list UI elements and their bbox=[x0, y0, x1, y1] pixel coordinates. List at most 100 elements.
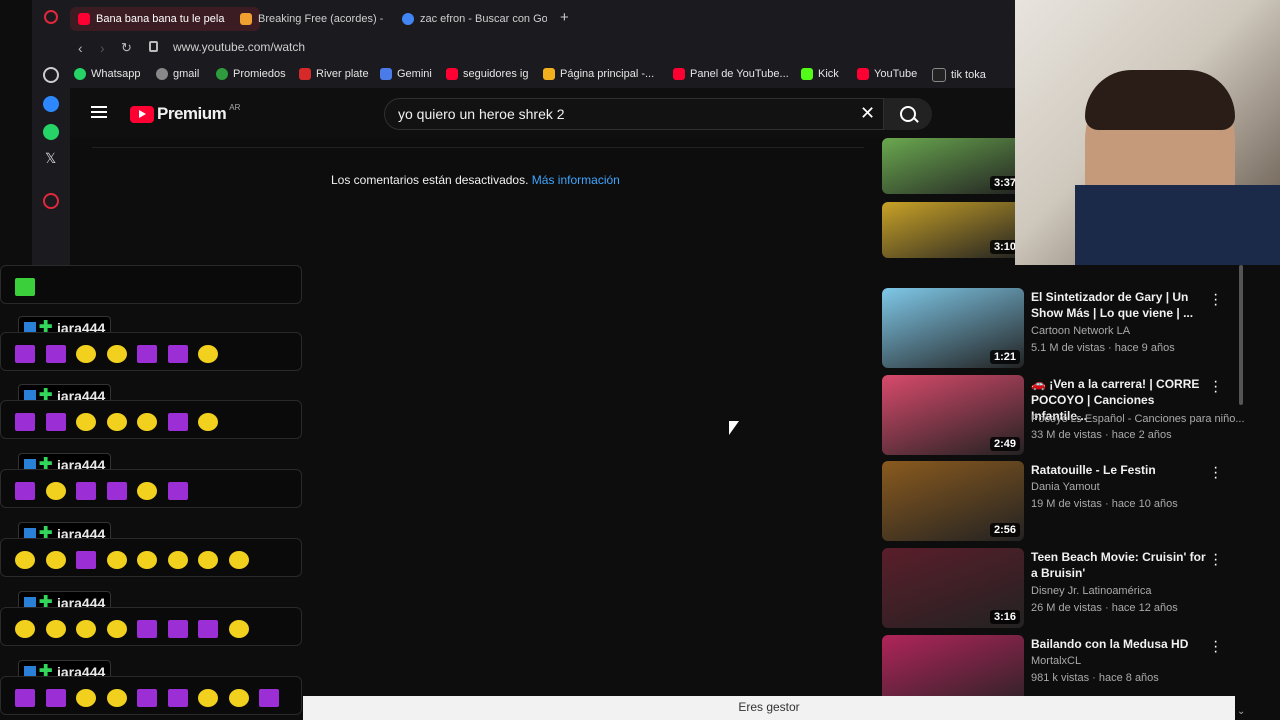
video-title[interactable]: Bailando con la Medusa HD bbox=[1031, 636, 1206, 652]
chat-message bbox=[0, 265, 302, 304]
browser-sidebar: 𝕏 bbox=[32, 36, 70, 266]
youtube-logo[interactable]: Premium AR bbox=[130, 103, 240, 124]
more-info-link[interactable]: Más información bbox=[532, 173, 620, 187]
duration-badge: 3:16 bbox=[989, 610, 1020, 624]
new-tab-button[interactable]: + bbox=[560, 9, 569, 26]
river-plate-icon bbox=[299, 68, 311, 80]
chat-message bbox=[0, 469, 302, 508]
bookmark-gemini[interactable]: Gemini bbox=[380, 68, 432, 80]
clear-search-icon[interactable]: ✕ bbox=[860, 103, 875, 124]
pacman-emote bbox=[106, 551, 127, 569]
more-options-icon[interactable]: · · · bbox=[1213, 374, 1218, 400]
channel-name[interactable]: MortalxCL bbox=[1031, 655, 1081, 667]
video-title[interactable]: Teen Beach Movie: Cruisin' for a Bruisin… bbox=[1031, 549, 1206, 581]
video-thumbnail[interactable]: 3:10 bbox=[882, 202, 1024, 258]
scrollbar-thumb[interactable] bbox=[1239, 265, 1243, 405]
bookmark-seguidores[interactable]: seguidores ig bbox=[446, 68, 528, 80]
promiedos-icon bbox=[216, 68, 228, 80]
bookmark-label: Whatsapp bbox=[91, 68, 141, 80]
channel-name[interactable]: Dania Yamout bbox=[1031, 481, 1100, 493]
video-thumbnail[interactable]: 1:21 bbox=[882, 288, 1024, 368]
messenger-icon[interactable] bbox=[43, 96, 59, 112]
logo-text: Premium bbox=[157, 104, 227, 123]
bookmarks-bar: Whatsapp gmail Promiedos River plate Gem… bbox=[70, 62, 1015, 88]
bookmark-label: YouTube bbox=[874, 68, 918, 80]
bookmark-whatsapp[interactable]: Whatsapp bbox=[74, 68, 141, 80]
search-input[interactable]: yo quiero un heroe shrek 2 bbox=[398, 106, 565, 122]
cat-emote bbox=[167, 620, 188, 638]
tab[interactable]: zac efron - Buscar con Go bbox=[402, 7, 547, 31]
forward-icon[interactable]: › bbox=[100, 40, 105, 56]
pacman-emote bbox=[137, 551, 157, 569]
cat-emote bbox=[137, 689, 157, 707]
pacman-emote bbox=[45, 551, 66, 569]
video-meta: 26 M de vistas · hace 12 años bbox=[1031, 602, 1178, 614]
pacman-emote bbox=[76, 689, 96, 707]
bookmark-gmail[interactable]: gmail bbox=[156, 68, 199, 80]
comments-disabled-text: Los comentarios están desactivados. bbox=[331, 173, 529, 187]
chevron-down-icon[interactable]: ⌄ bbox=[1237, 706, 1245, 717]
cat-emote bbox=[45, 345, 66, 363]
video-title[interactable]: El Sintetizador de Gary | Un Show Más | … bbox=[1031, 289, 1206, 321]
video-title[interactable]: Ratatouille - Le Festin bbox=[1031, 462, 1206, 478]
bookmark-river-plate[interactable]: River plate bbox=[299, 68, 369, 80]
pacman-emote bbox=[137, 413, 157, 431]
cat-emote bbox=[167, 345, 188, 363]
scrollbar-track[interactable] bbox=[1237, 265, 1245, 705]
whatsapp-icon[interactable] bbox=[43, 124, 59, 140]
opera-logo-icon[interactable] bbox=[44, 10, 58, 24]
shield-favicon-icon bbox=[240, 13, 252, 25]
tab-label: Bana bana bana tu le pela bbox=[96, 13, 225, 25]
youtube-play-icon bbox=[130, 105, 154, 123]
channel-name[interactable]: Pocoyo ᴇꜱ Español - Canciones para niño.… bbox=[1031, 412, 1245, 425]
video-thumbnail[interactable]: 2:49 bbox=[882, 375, 1024, 455]
bookmark-pagina-principal[interactable]: Página principal -... bbox=[543, 68, 654, 80]
pacman-emote bbox=[198, 551, 218, 569]
x-icon[interactable]: 𝕏 bbox=[45, 150, 56, 167]
more-options-icon[interactable]: · · · bbox=[1213, 547, 1218, 573]
drive-icon bbox=[543, 68, 555, 80]
pacman-emote bbox=[198, 345, 218, 363]
reload-icon[interactable]: ↻ bbox=[121, 40, 132, 56]
video-thumbnail[interactable]: 2:56 bbox=[882, 461, 1024, 541]
video-meta: 5.1 M de vistas · hace 9 años bbox=[1031, 342, 1175, 354]
bookmark-kick[interactable]: Kick bbox=[801, 68, 839, 80]
tiktok-icon bbox=[932, 68, 946, 82]
settings-icon[interactable] bbox=[43, 193, 59, 209]
channel-name[interactable]: Disney Jr. Latinoamérica bbox=[1031, 585, 1151, 597]
video-meta: 19 M de vistas · hace 10 años bbox=[1031, 498, 1178, 510]
bookmark-panel-youtube[interactable]: Panel de YouTube... bbox=[673, 68, 789, 80]
back-icon[interactable]: ‹ bbox=[78, 40, 83, 56]
tab-active[interactable]: Bana bana bana tu le pela bbox=[70, 7, 260, 31]
cat-emote bbox=[137, 345, 157, 363]
address-input[interactable]: www.youtube.com/watch bbox=[173, 40, 305, 54]
bookmark-label: gmail bbox=[173, 68, 200, 80]
tab[interactable]: Breaking Free (acordes) - bbox=[240, 7, 390, 31]
youtube-icon bbox=[857, 68, 869, 80]
more-options-icon[interactable]: · · · bbox=[1213, 634, 1218, 660]
cat-emote bbox=[45, 689, 66, 707]
bookmark-promiedos[interactable]: Promiedos bbox=[216, 68, 286, 80]
more-options-icon[interactable]: · · · bbox=[1213, 287, 1218, 313]
globe-icon bbox=[156, 68, 168, 80]
video-thumbnail[interactable]: 3:16 bbox=[882, 548, 1024, 628]
cat-emote bbox=[137, 620, 157, 638]
chatgpt-icon[interactable] bbox=[43, 67, 59, 83]
chat-message bbox=[0, 400, 302, 439]
cat-emote bbox=[15, 413, 35, 431]
menu-icon[interactable] bbox=[91, 106, 107, 118]
channel-name[interactable]: Cartoon Network LA bbox=[1031, 325, 1130, 337]
cat-emote bbox=[15, 482, 35, 500]
chat-message bbox=[0, 676, 302, 715]
video-meta: 33 M de vistas · hace 2 años bbox=[1031, 429, 1172, 441]
bookmark-tiktok[interactable]: tik toka bbox=[932, 68, 986, 82]
bookmark-label: seguidores ig bbox=[463, 68, 529, 80]
search-button[interactable] bbox=[884, 98, 932, 130]
more-options-icon[interactable]: · · · bbox=[1213, 460, 1218, 486]
cat-emote bbox=[167, 482, 188, 500]
video-thumbnail[interactable]: 3:37 bbox=[882, 138, 1024, 194]
mouse-cursor-icon bbox=[729, 421, 739, 435]
webcam-shirt bbox=[1075, 185, 1280, 265]
kick-icon bbox=[801, 68, 813, 80]
bookmark-youtube[interactable]: YouTube bbox=[857, 68, 917, 80]
